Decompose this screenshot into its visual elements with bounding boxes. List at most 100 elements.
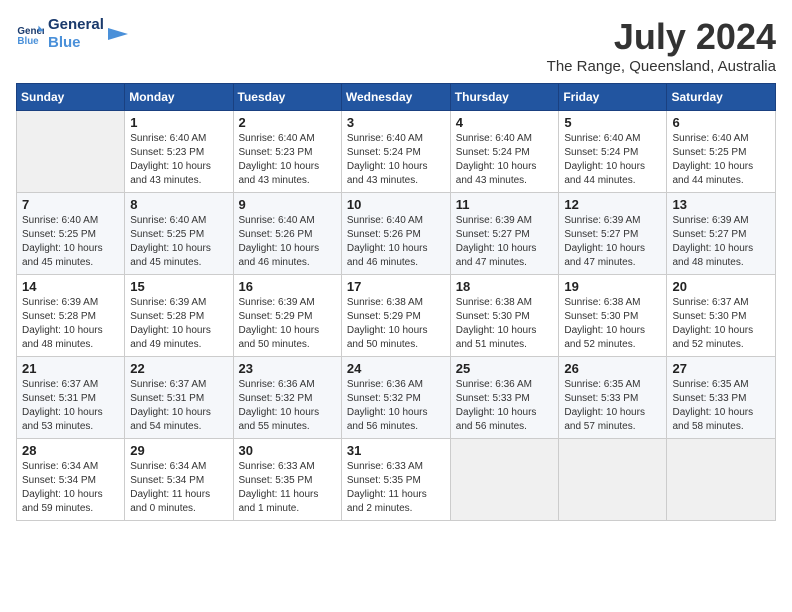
day-info: Sunrise: 6:33 AM Sunset: 5:35 PM Dayligh… xyxy=(239,460,336,516)
calendar-cell: 29Sunrise: 6:34 AM Sunset: 5:34 PM Dayli… xyxy=(125,439,233,521)
day-info: Sunrise: 6:35 AM Sunset: 5:33 PM Dayligh… xyxy=(672,378,770,434)
calendar-cell xyxy=(450,439,559,521)
calendar-week-row: 21 Sunrise: 6:37 AM Sunset: 5:31 PM Dayli… xyxy=(17,357,776,439)
calendar-cell xyxy=(667,439,776,521)
day-number: 22 xyxy=(130,361,227,376)
calendar-cell: 13 Sunrise: 6:39 AM Sunset: 5:27 PM Dayli… xyxy=(667,193,776,275)
day-number: 8 xyxy=(130,197,227,212)
day-number: 21 xyxy=(22,361,119,376)
calendar-cell: 21 Sunrise: 6:37 AM Sunset: 5:31 PM Dayli… xyxy=(17,357,125,439)
day-info: Sunrise: 6:39 AM Sunset: 5:27 PM Dayligh… xyxy=(672,214,770,270)
calendar-cell: 28Sunrise: 6:34 AM Sunset: 5:34 PM Dayli… xyxy=(17,439,125,521)
calendar-cell: 16 Sunrise: 6:39 AM Sunset: 5:29 PM Dayli… xyxy=(233,275,341,357)
calendar-cell: 25Sunrise: 6:36 AM Sunset: 5:33 PM Dayli… xyxy=(450,357,559,439)
day-info: Sunrise: 6:37 AM Sunset: 5:31 PM Dayligh… xyxy=(22,378,119,434)
calendar-week-row: 14 Sunrise: 6:39 AM Sunset: 5:28 PM Dayli… xyxy=(17,275,776,357)
day-number: 19 xyxy=(564,279,661,294)
logo-arrow-icon xyxy=(108,24,128,44)
calendar-header-row: Sunday Monday Tuesday Wednesday Thursday… xyxy=(17,84,776,111)
calendar-cell: 8 Sunrise: 6:40 AM Sunset: 5:25 PM Daylig… xyxy=(125,193,233,275)
day-number: 26 xyxy=(564,361,661,376)
day-number: 16 xyxy=(239,279,336,294)
day-number: 25 xyxy=(456,361,554,376)
day-number: 17 xyxy=(347,279,445,294)
calendar-cell: 4 Sunrise: 6:40 AM Sunset: 5:24 PM Daylig… xyxy=(450,111,559,193)
calendar-cell: 2 Sunrise: 6:40 AM Sunset: 5:23 PM Daylig… xyxy=(233,111,341,193)
day-number: 29 xyxy=(130,443,227,458)
day-info: Sunrise: 6:38 AM Sunset: 5:29 PM Dayligh… xyxy=(347,296,445,352)
day-info: Sunrise: 6:40 AM Sunset: 5:24 PM Dayligh… xyxy=(347,132,445,188)
logo-text-general: General xyxy=(48,16,104,34)
day-number: 4 xyxy=(456,115,554,130)
calendar-cell: 7 Sunrise: 6:40 AM Sunset: 5:25 PM Daylig… xyxy=(17,193,125,275)
calendar-cell: 18 Sunrise: 6:38 AM Sunset: 5:30 PM Dayli… xyxy=(450,275,559,357)
day-info: Sunrise: 6:38 AM Sunset: 5:30 PM Dayligh… xyxy=(456,296,554,352)
day-number: 9 xyxy=(239,197,336,212)
day-number: 7 xyxy=(22,197,119,212)
day-number: 27 xyxy=(672,361,770,376)
calendar-cell: 30 Sunrise: 6:33 AM Sunset: 5:35 PM Dayli… xyxy=(233,439,341,521)
calendar-cell: 20 Sunrise: 6:37 AM Sunset: 5:30 PM Dayli… xyxy=(667,275,776,357)
day-number: 24 xyxy=(347,361,445,376)
calendar-cell: 23Sunrise: 6:36 AM Sunset: 5:32 PM Dayli… xyxy=(233,357,341,439)
day-number: 31 xyxy=(347,443,445,458)
calendar-cell: 14 Sunrise: 6:39 AM Sunset: 5:28 PM Dayli… xyxy=(17,275,125,357)
day-number: 30 xyxy=(239,443,336,458)
day-number: 3 xyxy=(347,115,445,130)
calendar-week-row: 28Sunrise: 6:34 AM Sunset: 5:34 PM Dayli… xyxy=(17,439,776,521)
day-number: 1 xyxy=(130,115,227,130)
calendar-cell: 6Sunrise: 6:40 AM Sunset: 5:25 PM Daylig… xyxy=(667,111,776,193)
calendar-cell: 9 Sunrise: 6:40 AM Sunset: 5:26 PM Daylig… xyxy=(233,193,341,275)
day-info: Sunrise: 6:40 AM Sunset: 5:26 PM Dayligh… xyxy=(347,214,445,270)
calendar-cell: 3 Sunrise: 6:40 AM Sunset: 5:24 PM Daylig… xyxy=(341,111,450,193)
day-info: Sunrise: 6:40 AM Sunset: 5:24 PM Dayligh… xyxy=(456,132,554,188)
day-info: Sunrise: 6:39 AM Sunset: 5:29 PM Dayligh… xyxy=(239,296,336,352)
header-saturday: Saturday xyxy=(667,84,776,111)
calendar-cell xyxy=(17,111,125,193)
calendar-cell: 5Sunrise: 6:40 AM Sunset: 5:24 PM Daylig… xyxy=(559,111,667,193)
day-number: 12 xyxy=(564,197,661,212)
logo-icon: General Blue xyxy=(16,20,44,48)
day-info: Sunrise: 6:40 AM Sunset: 5:23 PM Dayligh… xyxy=(130,132,227,188)
day-number: 20 xyxy=(672,279,770,294)
month-year-title: July 2024 xyxy=(547,16,776,58)
day-info: Sunrise: 6:40 AM Sunset: 5:23 PM Dayligh… xyxy=(239,132,336,188)
header-friday: Friday xyxy=(559,84,667,111)
day-info: Sunrise: 6:39 AM Sunset: 5:28 PM Dayligh… xyxy=(22,296,119,352)
day-info: Sunrise: 6:40 AM Sunset: 5:25 PM Dayligh… xyxy=(130,214,227,270)
day-number: 2 xyxy=(239,115,336,130)
day-info: Sunrise: 6:40 AM Sunset: 5:24 PM Dayligh… xyxy=(564,132,661,188)
day-number: 11 xyxy=(456,197,554,212)
day-info: Sunrise: 6:37 AM Sunset: 5:31 PM Dayligh… xyxy=(130,378,227,434)
header-wednesday: Wednesday xyxy=(341,84,450,111)
calendar-week-row: 7 Sunrise: 6:40 AM Sunset: 5:25 PM Daylig… xyxy=(17,193,776,275)
calendar-cell: 10 Sunrise: 6:40 AM Sunset: 5:26 PM Dayli… xyxy=(341,193,450,275)
header-thursday: Thursday xyxy=(450,84,559,111)
day-info: Sunrise: 6:38 AM Sunset: 5:30 PM Dayligh… xyxy=(564,296,661,352)
calendar-cell: 24 Sunrise: 6:36 AM Sunset: 5:32 PM Dayli… xyxy=(341,357,450,439)
day-number: 6 xyxy=(672,115,770,130)
header-sunday: Sunday xyxy=(17,84,125,111)
calendar-cell: 27 Sunrise: 6:35 AM Sunset: 5:33 PM Dayli… xyxy=(667,357,776,439)
header-monday: Monday xyxy=(125,84,233,111)
svg-text:Blue: Blue xyxy=(17,36,39,47)
day-info: Sunrise: 6:33 AM Sunset: 5:35 PM Dayligh… xyxy=(347,460,445,516)
day-number: 15 xyxy=(130,279,227,294)
calendar-cell: 17 Sunrise: 6:38 AM Sunset: 5:29 PM Dayli… xyxy=(341,275,450,357)
day-info: Sunrise: 6:35 AM Sunset: 5:33 PM Dayligh… xyxy=(564,378,661,434)
calendar-cell: 22 Sunrise: 6:37 AM Sunset: 5:31 PM Dayli… xyxy=(125,357,233,439)
day-number: 14 xyxy=(22,279,119,294)
day-info: Sunrise: 6:37 AM Sunset: 5:30 PM Dayligh… xyxy=(672,296,770,352)
calendar-week-row: 1 Sunrise: 6:40 AM Sunset: 5:23 PM Daylig… xyxy=(17,111,776,193)
logo-text-blue: Blue xyxy=(48,34,104,52)
calendar-cell: 11 Sunrise: 6:39 AM Sunset: 5:27 PM Dayli… xyxy=(450,193,559,275)
day-number: 10 xyxy=(347,197,445,212)
calendar-cell: 12Sunrise: 6:39 AM Sunset: 5:27 PM Dayli… xyxy=(559,193,667,275)
day-info: Sunrise: 6:40 AM Sunset: 5:26 PM Dayligh… xyxy=(239,214,336,270)
day-info: Sunrise: 6:36 AM Sunset: 5:32 PM Dayligh… xyxy=(347,378,445,434)
day-info: Sunrise: 6:34 AM Sunset: 5:34 PM Dayligh… xyxy=(22,460,119,516)
day-info: Sunrise: 6:40 AM Sunset: 5:25 PM Dayligh… xyxy=(22,214,119,270)
day-info: Sunrise: 6:39 AM Sunset: 5:27 PM Dayligh… xyxy=(456,214,554,270)
day-number: 13 xyxy=(672,197,770,212)
day-number: 18 xyxy=(456,279,554,294)
